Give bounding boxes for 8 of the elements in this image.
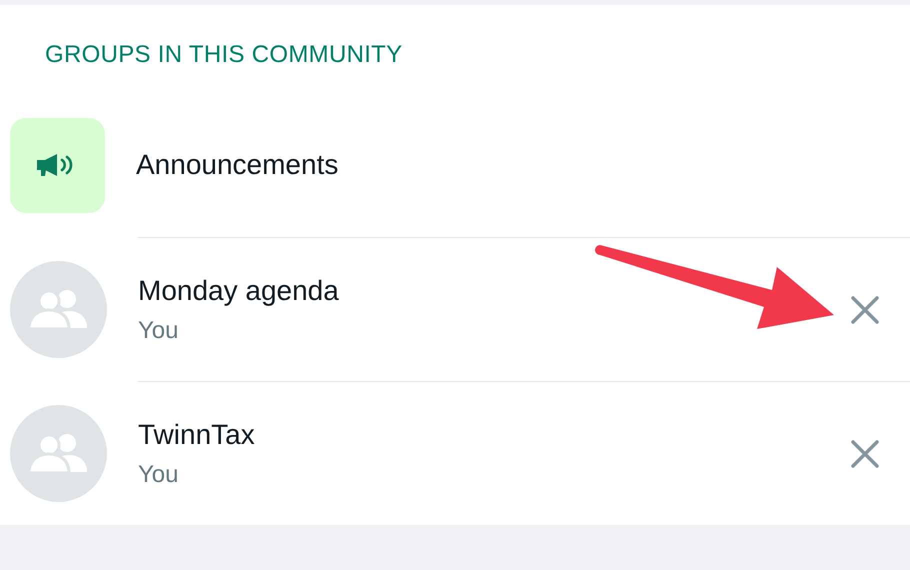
- group-name[interactable]: TwinnTax: [138, 418, 850, 450]
- group-name[interactable]: Monday agenda: [138, 274, 850, 306]
- group-subtitle: You: [138, 316, 180, 344]
- remove-button[interactable]: [850, 294, 880, 324]
- section-title: GROUPS IN THIS COMMUNITY: [44, 40, 404, 70]
- group-subtitle: You: [138, 460, 180, 488]
- remove-button[interactable]: [850, 438, 880, 468]
- group-name[interactable]: Announcements: [136, 149, 880, 181]
